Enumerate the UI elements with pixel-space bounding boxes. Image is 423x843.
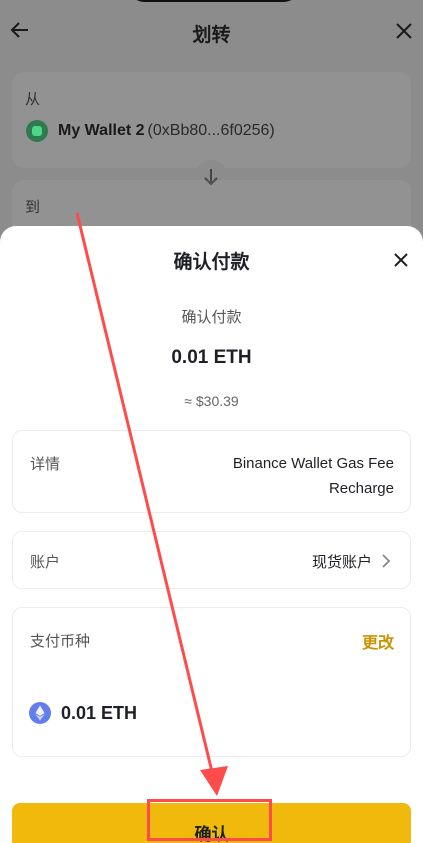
details-value: Binance Wallet Gas Fee Recharge (232, 455, 394, 497)
page-title: 划转 (192, 25, 231, 46)
currency-label: 支付币种 (30, 633, 91, 650)
to-label: 到 (25, 199, 41, 216)
details-label: 详情 (30, 456, 61, 473)
ethereum-icon (29, 702, 51, 724)
close-icon[interactable] (390, 249, 412, 271)
chevron-right-icon (382, 554, 391, 568)
transfer-header: 划转 (0, 0, 423, 62)
wallet-address: (0xBb80...6f0256) (147, 122, 275, 139)
payment-amount: 0.01 ETH (171, 347, 252, 368)
currency-row: 0.01 ETH (29, 702, 137, 724)
details-box: 详情 Binance Wallet Gas Fee Recharge (12, 430, 411, 513)
annotation-highlight-box (147, 799, 272, 841)
confirm-payment-sheet: 确认付款 确认付款 0.01 ETH ≈ $30.39 详情 Binance W… (0, 226, 423, 843)
account-selector[interactable]: 账户 现货账户 (12, 531, 411, 589)
currency-box: 支付币种 更改 0.01 ETH (12, 607, 411, 757)
wallet-row: My Wallet 2 (0xBb80...6f0256) (26, 120, 275, 142)
from-label: 从 (25, 91, 41, 108)
wallet-name: My Wallet 2 (58, 122, 145, 139)
account-label: 账户 (30, 554, 61, 571)
currency-amount: 0.01 ETH (61, 702, 138, 723)
close-icon[interactable] (393, 20, 415, 42)
change-currency-link[interactable]: 更改 (362, 629, 394, 653)
confirm-sub-label: 确认付款 (181, 309, 242, 326)
sheet-title: 确认付款 (173, 252, 250, 273)
account-value: 现货账户 (311, 554, 372, 571)
wallet-robot-icon (26, 120, 48, 142)
from-card[interactable]: 从 My Wallet 2 (0xBb80...6f0256) (12, 72, 411, 168)
payment-approx-value: ≈ $30.39 (184, 393, 239, 409)
